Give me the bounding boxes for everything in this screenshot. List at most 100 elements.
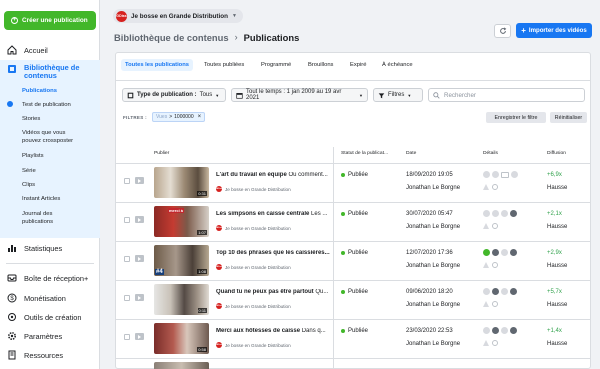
sub-item-test[interactable]: Test de publication	[22, 102, 71, 109]
import-videos-button[interactable]: + Importer des vidéos	[516, 23, 592, 38]
sub-item-journal-line1[interactable]: Journal des	[22, 211, 52, 218]
table-row[interactable]: 0:11 Quand tu ne peux pas être partout Q…	[116, 280, 590, 318]
tab-expired[interactable]: Expiré	[346, 59, 370, 71]
post-date: 30/07/2020 05:47	[406, 211, 453, 217]
row-checkbox[interactable]	[124, 178, 130, 184]
filter-icon	[378, 92, 385, 98]
distribution-label: Hausse	[547, 341, 568, 347]
sub-item-clips[interactable]: Clips	[22, 182, 35, 189]
sidebar-item-monetization[interactable]: $ Monétisation	[0, 292, 100, 304]
video-thumbnail[interactable]: 0:31	[154, 167, 209, 198]
post-page-name: Je bosse en Grande Distribution	[225, 186, 291, 192]
post-title[interactable]: Les simpsons en caisse centrale Les ...	[216, 211, 330, 217]
monetization-icon	[483, 249, 490, 256]
page-selector[interactable]: GDiss Je bosse en Grande Distribution ▼	[113, 9, 243, 23]
post-title[interactable]: Top 10 des phrases que les caissières...	[216, 250, 330, 256]
save-filter-button[interactable]: Enregistrer le filtre	[486, 112, 546, 123]
post-title[interactable]: Quand tu ne peux pas être partout Qu...	[216, 289, 330, 295]
filter-chip-views[interactable]: Vues > 1000000 ×	[152, 112, 206, 122]
warning-icon	[483, 301, 489, 307]
row-checkbox[interactable]	[124, 256, 130, 262]
schedule-icon	[492, 223, 498, 229]
post-page: GDiss Je bosse en Grande Distribution	[216, 186, 291, 192]
reset-button[interactable]: Réinitialiser	[550, 112, 587, 123]
row-checkbox[interactable]	[124, 295, 130, 301]
distribution-label: Hausse	[547, 185, 568, 191]
thumbnail-tag: merci à	[168, 208, 185, 213]
video-thumbnail[interactable]: merci à 1:07	[154, 206, 209, 237]
table-row[interactable]: 0:31 L'art du travail en équipe Ou comme…	[116, 163, 590, 201]
row-checkbox[interactable]	[124, 334, 130, 340]
col-post[interactable]: Publier	[154, 151, 169, 156]
search-input[interactable]: Rechercher	[428, 88, 585, 102]
sidebar-item-tools[interactable]: Outils de création	[0, 311, 100, 323]
date-range-filter[interactable]: Tout le temps : 1 jan 2009 au 19 avr 202…	[231, 88, 368, 102]
sub-item-publications[interactable]: Publications	[22, 88, 57, 95]
sidebar-item-label: Monétisation	[24, 293, 66, 303]
table-row[interactable]	[116, 358, 590, 369]
sidebar-item-library[interactable]: Bibliothèque de contenus	[0, 64, 100, 84]
sidebar-item-label: Outils de création	[24, 312, 82, 322]
home-icon	[7, 45, 17, 55]
video-thumbnail[interactable]: #4 1:08	[154, 245, 209, 276]
sidebar-item-resources[interactable]: Ressources	[0, 349, 100, 361]
schedule-icon	[492, 340, 498, 346]
sidebar-item-settings[interactable]: Paramètres	[0, 330, 100, 342]
post-type-filter[interactable]: Type de publication : Tous ▼	[122, 88, 226, 102]
col-date[interactable]: Date	[406, 151, 416, 156]
row-checkbox[interactable]	[124, 217, 130, 223]
tab-expiring[interactable]: À échéance	[378, 59, 417, 71]
create-post-button[interactable]: + Créer une publication	[4, 11, 96, 30]
clock-icon	[501, 288, 508, 295]
crosspost-icon	[510, 327, 517, 334]
post-title[interactable]: Merci aux hôtesses de caisse Dans q...	[216, 328, 330, 334]
page-title: Publications	[243, 31, 300, 43]
sub-item-stories[interactable]: Stories	[22, 116, 40, 123]
sub-item-journal-line2[interactable]: publications	[22, 219, 53, 226]
breadcrumb-parent[interactable]: Bibliothèque de contenus	[114, 32, 229, 43]
table-row[interactable]: #4 1:08 Top 10 des phrases que les caiss…	[116, 241, 590, 279]
details-icons	[483, 249, 517, 256]
sidebar-item-inbox[interactable]: Boîte de réception+	[0, 272, 100, 284]
tab-all-posts[interactable]: Toutes les publications	[121, 59, 193, 71]
tab-published[interactable]: Toutes publiées	[200, 59, 248, 71]
status-badge: Publiée	[341, 211, 368, 217]
col-details[interactable]: Détails	[483, 151, 498, 156]
schedule-icon	[492, 262, 498, 268]
sub-item-crosspost-line2[interactable]: pouvez crossposter	[22, 138, 73, 145]
monetization-icon	[483, 327, 490, 334]
sub-item-playlists[interactable]: Playlists	[22, 153, 44, 160]
status-dot	[341, 251, 345, 255]
sidebar-item-home[interactable]: Accueil	[0, 44, 100, 56]
status-badge: Publiée	[341, 328, 368, 334]
warning-icon	[483, 184, 489, 190]
post-title-bold: Les simpsons en caisse centrale	[216, 211, 310, 217]
filters-dropdown[interactable]: Filtres ▼	[373, 88, 423, 102]
refresh-button[interactable]	[494, 24, 511, 38]
video-icon	[135, 333, 144, 340]
video-thumbnail[interactable]: 0:58	[154, 323, 209, 354]
video-thumbnail[interactable]	[154, 362, 209, 369]
table-row[interactable]: 0:58 Merci aux hôtesses de caisse Dans q…	[116, 319, 590, 357]
chevron-down-icon: ▼	[359, 92, 363, 98]
sub-item-series[interactable]: Série	[22, 168, 36, 175]
tab-drafts[interactable]: Brouillons	[304, 59, 337, 71]
sidebar-item-stats[interactable]: Statistiques	[0, 242, 100, 254]
close-icon[interactable]: ×	[198, 114, 202, 120]
col-distribution[interactable]: Diffusion	[547, 151, 566, 156]
video-icon	[135, 177, 144, 184]
video-thumbnail[interactable]: 0:11	[154, 284, 209, 315]
distribution-label: Hausse	[547, 224, 568, 230]
col-status[interactable]: Statut de la publicat...	[341, 151, 388, 156]
tab-scheduled[interactable]: Programmé	[257, 59, 295, 71]
post-page-name: Je bosse en Grande Distribution	[225, 225, 291, 231]
post-author: Jonathan Le Borgne	[406, 185, 461, 191]
copyright-icon	[492, 327, 499, 334]
details-icons-secondary	[483, 262, 498, 268]
status-label: Publiée	[348, 328, 369, 334]
post-title-bold: L'art du travail en équipe	[216, 172, 287, 178]
sub-item-crosspost-line1[interactable]: Vidéos que vous	[22, 130, 65, 137]
post-title[interactable]: L'art du travail en équipe Ou comment...	[216, 172, 330, 178]
sub-item-instant-articles[interactable]: Instant Articles	[22, 196, 60, 203]
table-row[interactable]: merci à 1:07 Les simpsons en caisse cent…	[116, 202, 590, 240]
